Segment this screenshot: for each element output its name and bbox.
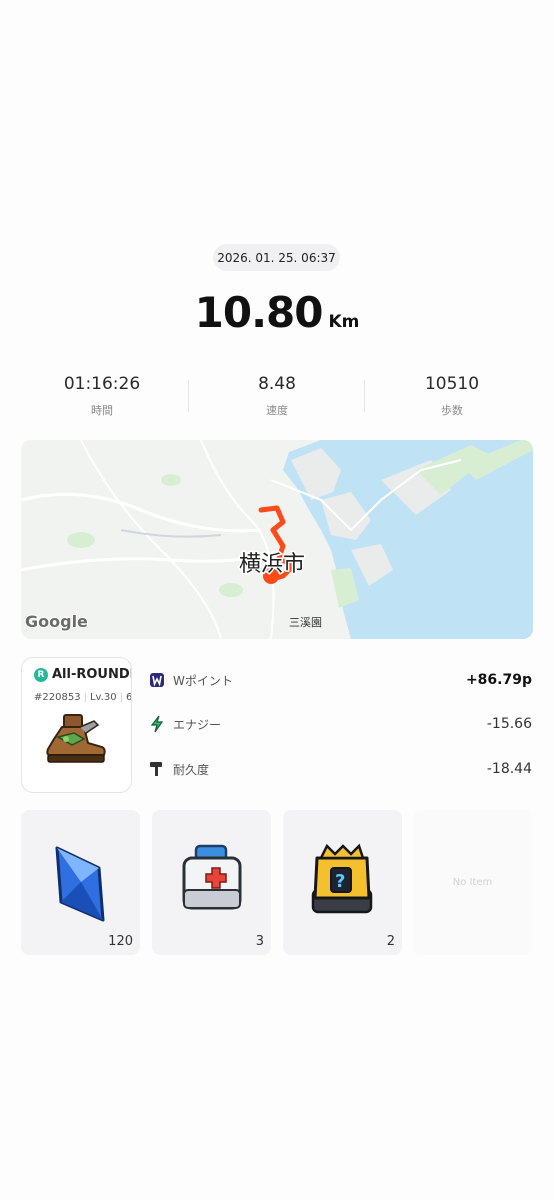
svg-text:?: ? (335, 871, 345, 892)
stats-row: 01:16:26 時間 8.48 速度 10510 歩数 (0, 374, 554, 424)
route-map[interactable]: 横浜市 三溪園 Google (21, 440, 533, 639)
nft-level: Lv.30 (89, 692, 117, 703)
rarity-badge: R (34, 667, 48, 682)
divider (188, 380, 189, 412)
nft-type: R All-ROUNDER (34, 667, 131, 682)
stat-speed-label: 速度 (266, 404, 288, 417)
item-count: 120 (108, 934, 133, 949)
w-points-icon (148, 671, 166, 689)
stat-speed-value: 8.48 (258, 374, 296, 394)
record-datetime: 2026. 01. 25. 06:37 (213, 244, 340, 271)
reward-label: 耐久度 (173, 762, 210, 777)
nft-extra: 6 (125, 692, 132, 703)
item-slot-mystery-box[interactable]: ? 2 (283, 810, 402, 955)
reward-energy: エナジー -15.66 (148, 713, 534, 735)
stat-steps-value: 10510 (424, 374, 480, 394)
item-count: 3 (255, 934, 264, 949)
hammer-durability-icon (148, 760, 166, 778)
stat-steps: 10510 歩数 (367, 374, 537, 418)
reward-durability: 耐久度 -18.44 (148, 758, 534, 780)
nft-id: #220853 (34, 692, 81, 703)
energy-bolt-icon (148, 715, 166, 733)
map-canvas[interactable]: 横浜市 三溪園 Google (21, 440, 533, 639)
nft-shoe-card[interactable]: R All-ROUNDER #220853|Lv.30|6 (21, 657, 132, 793)
stat-speed: 8.48 速度 (192, 374, 362, 418)
item-slot-gem[interactable]: 120 (21, 810, 140, 955)
nft-meta: #220853 | Lv.30 | 6 (34, 692, 132, 703)
map-city-label: 横浜市 (239, 552, 305, 577)
reward-value: +86.79p (465, 672, 532, 688)
distance-value: 10.80 (194, 288, 324, 337)
divider (364, 380, 365, 412)
item-slot-empty[interactable]: No Item (413, 810, 532, 955)
item-slot-first-aid[interactable]: 3 (152, 810, 271, 955)
empty-item-text: No Item (452, 877, 493, 888)
nft-type-label: All-ROUNDER (52, 667, 131, 682)
map-district-label: 三溪園 (289, 616, 322, 629)
stat-time-value: 01:16:26 (63, 374, 141, 394)
stat-steps-label: 歩数 (441, 404, 463, 417)
reward-label: Wポイント (173, 673, 233, 688)
stat-time: 01:16:26 時間 (17, 374, 187, 418)
reward-value: -15.66 (486, 716, 532, 732)
reward-w-points: Wポイント +86.79p (148, 669, 534, 691)
reward-label: エナジー (173, 717, 222, 732)
distance-display: 10.80 Km (0, 288, 554, 337)
google-logo: Google (25, 612, 88, 631)
first-aid-kit-icon (182, 844, 242, 910)
boot-icon (46, 714, 106, 763)
item-count: 2 (386, 934, 395, 949)
stat-time-label: 時間 (91, 404, 113, 417)
distance-unit: Km (328, 312, 360, 332)
mystery-box-icon: ? (311, 843, 373, 914)
reward-value: -18.44 (486, 761, 532, 777)
